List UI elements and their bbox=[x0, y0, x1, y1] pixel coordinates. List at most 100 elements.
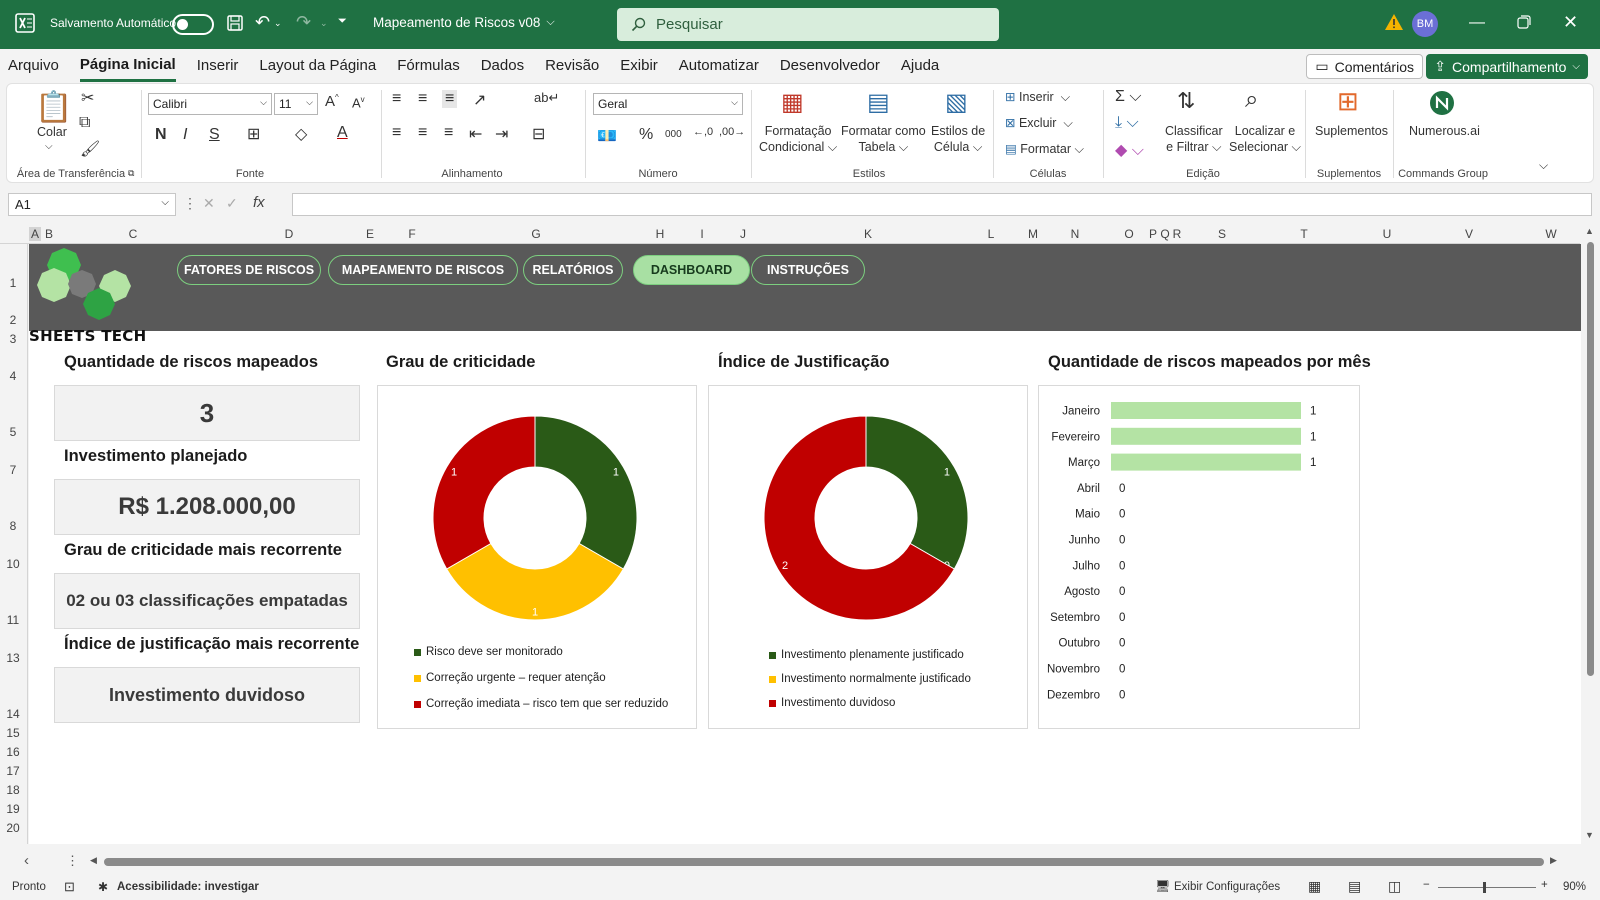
horizontal-scroll-thumb[interactable] bbox=[104, 858, 1544, 866]
donut-slice[interactable] bbox=[865, 415, 969, 570]
donut-slice[interactable] bbox=[432, 415, 536, 570]
font-name-combo[interactable]: Calibri ⌵ bbox=[148, 93, 272, 115]
nav-dashboard[interactable]: DASHBOARD bbox=[633, 255, 750, 285]
redo-dropdown-icon[interactable]: ⌄ bbox=[320, 18, 328, 29]
align-top-icon[interactable]: ≡ bbox=[392, 90, 401, 108]
column-header[interactable]: U bbox=[1383, 227, 1392, 241]
decrease-font-icon[interactable]: Av bbox=[352, 95, 365, 110]
scroll-right-icon[interactable]: ▶ bbox=[1550, 855, 1557, 866]
enter-icon[interactable]: ✓ bbox=[226, 195, 238, 212]
undo-icon[interactable]: ↶ bbox=[255, 12, 270, 33]
column-header[interactable]: G bbox=[531, 227, 540, 241]
column-header[interactable]: Q bbox=[1160, 227, 1169, 241]
nav-mapeamento-de-riscos[interactable]: MAPEAMENTO DE RISCOS bbox=[328, 255, 518, 285]
column-header[interactable]: P bbox=[1149, 227, 1157, 241]
macro-record-icon[interactable]: ⊡ bbox=[64, 879, 75, 895]
numerous-logo-icon[interactable] bbox=[1429, 90, 1455, 121]
cut-icon[interactable]: ✂ bbox=[81, 88, 94, 108]
tab-pagina-inicial[interactable]: Página Inicial bbox=[79, 50, 176, 82]
warning-icon[interactable] bbox=[1384, 13, 1404, 31]
redo-icon[interactable]: ↷ bbox=[296, 12, 311, 33]
tab-exibir[interactable]: Exibir bbox=[620, 51, 658, 80]
tab-desenvolvedor[interactable]: Desenvolvedor bbox=[780, 51, 880, 80]
wrap-text-icon[interactable]: ab↵ bbox=[534, 90, 559, 106]
chart-justification-panel[interactable]: 102 Investimento plenamente justificado … bbox=[708, 385, 1028, 729]
align-right-icon[interactable]: ≡ bbox=[444, 124, 453, 142]
scroll-up-icon[interactable]: ▲ bbox=[1585, 226, 1594, 236]
comments-button[interactable]: ▭ Comentários bbox=[1306, 54, 1423, 79]
increase-decimal-icon[interactable]: ←,0 bbox=[693, 126, 713, 138]
close-icon[interactable]: ✕ bbox=[1563, 12, 1578, 33]
find-select-icon[interactable]: ⌕ bbox=[1245, 86, 1258, 114]
cell-styles-icon[interactable]: ▧ bbox=[945, 88, 968, 117]
column-header[interactable]: L bbox=[988, 227, 995, 241]
chart-criticality-panel[interactable]: 1 1 1 Risco deve ser monitorado Correção u… bbox=[377, 385, 697, 729]
column-header[interactable]: V bbox=[1465, 227, 1473, 241]
row-header[interactable]: 7 bbox=[0, 463, 26, 477]
numerous-button[interactable]: Numerous.ai bbox=[1409, 123, 1480, 139]
row-header[interactable]: 3 bbox=[0, 332, 26, 346]
bold-icon[interactable]: N bbox=[155, 126, 167, 144]
tab-ajuda[interactable]: Ajuda bbox=[901, 51, 939, 80]
paste-button[interactable]: Colar bbox=[37, 124, 67, 140]
tab-revisao[interactable]: Revisão bbox=[545, 51, 599, 80]
paste-icon[interactable]: 📋 bbox=[35, 90, 72, 125]
share-button[interactable]: ⇪ Compartilhamento ⌵ bbox=[1426, 54, 1588, 79]
row-header[interactable]: 15 bbox=[0, 726, 26, 740]
customize-toolbar-icon[interactable]: ⏷ bbox=[338, 15, 347, 28]
row-header[interactable]: 10 bbox=[0, 557, 26, 571]
insert-cells-button[interactable]: ⊞ Inserir ⌵ bbox=[1005, 89, 1070, 105]
search-box[interactable]: Pesquisar bbox=[617, 8, 999, 41]
clear-icon[interactable]: ◆ ⌵ bbox=[1115, 140, 1144, 160]
column-header[interactable]: H bbox=[656, 227, 665, 241]
more-options-icon[interactable]: ⋮ bbox=[183, 195, 197, 212]
column-header[interactable]: B bbox=[45, 227, 53, 241]
underline-icon[interactable]: S bbox=[209, 126, 220, 144]
column-header[interactable]: O bbox=[1124, 227, 1133, 241]
tab-layout-da-pagina[interactable]: Layout da Página bbox=[259, 51, 376, 80]
vertical-scroll-thumb[interactable] bbox=[1587, 242, 1594, 676]
italic-icon[interactable]: I bbox=[183, 126, 187, 144]
page-layout-icon[interactable]: ▤ bbox=[1348, 878, 1361, 895]
collapse-ribbon-icon[interactable]: ⌵ bbox=[1539, 158, 1548, 173]
column-header[interactable]: N bbox=[1071, 227, 1080, 241]
fill-color-icon[interactable]: ◇ bbox=[295, 124, 307, 144]
document-title[interactable]: Mapeamento de Riscos v08 ⌵ bbox=[373, 15, 555, 30]
column-header[interactable]: E bbox=[366, 227, 374, 241]
column-header[interactable]: M bbox=[1028, 227, 1038, 241]
fill-icon[interactable]: ⤓ ⌵ bbox=[1115, 114, 1139, 132]
column-header[interactable]: K bbox=[864, 227, 872, 241]
thousands-icon[interactable]: 000 bbox=[665, 129, 682, 140]
decrease-indent-icon[interactable]: ⇤ bbox=[469, 124, 482, 144]
formula-input[interactable] bbox=[292, 193, 1592, 216]
align-center-icon[interactable]: ≡ bbox=[418, 124, 427, 142]
donut-slice[interactable] bbox=[534, 415, 638, 570]
column-header[interactable]: J bbox=[740, 227, 746, 241]
conditional-format-button[interactable]: Formatação Condicional ⌵ bbox=[759, 123, 837, 155]
zoom-in-icon[interactable]: + bbox=[1541, 879, 1548, 891]
align-middle-icon[interactable]: ≡ bbox=[418, 90, 427, 108]
display-settings[interactable]: Exibir Configurações bbox=[1174, 881, 1280, 893]
row-header[interactable]: 18 bbox=[0, 783, 26, 797]
bar[interactable] bbox=[1111, 427, 1301, 445]
worksheet[interactable]: FATORES DE RISCOS MAPEAMENTO DE RISCOS R… bbox=[29, 244, 1581, 844]
paste-dropdown-icon[interactable]: ⌵ bbox=[45, 139, 53, 155]
sort-filter-icon[interactable]: ⇅ bbox=[1177, 88, 1195, 114]
column-header[interactable]: C bbox=[129, 227, 138, 241]
column-header[interactable]: D bbox=[285, 227, 294, 241]
find-select-button[interactable]: Localizar e Selecionar ⌵ bbox=[1229, 123, 1301, 155]
cell-styles-button[interactable]: Estilos de Célula ⌵ bbox=[931, 123, 985, 155]
copy-icon[interactable]: ⧉ bbox=[79, 114, 90, 132]
row-header[interactable]: 1 bbox=[0, 276, 26, 290]
row-header[interactable]: 2 bbox=[0, 313, 26, 327]
currency-icon[interactable]: 💶 bbox=[597, 126, 617, 146]
format-as-table-button[interactable]: Formatar como Tabela ⌵ bbox=[841, 123, 926, 155]
cancel-icon[interactable]: ✕ bbox=[203, 195, 215, 212]
bar[interactable] bbox=[1111, 453, 1301, 471]
zoom-level[interactable]: 90% bbox=[1563, 881, 1586, 893]
tab-arquivo[interactable]: Arquivo bbox=[8, 51, 59, 80]
nav-instrucoes[interactable]: INSTRUÇÕES bbox=[751, 255, 865, 285]
conditional-format-icon[interactable]: ▦ bbox=[781, 88, 804, 117]
column-header[interactable]: I bbox=[700, 227, 703, 241]
row-header[interactable]: 14 bbox=[0, 707, 26, 721]
